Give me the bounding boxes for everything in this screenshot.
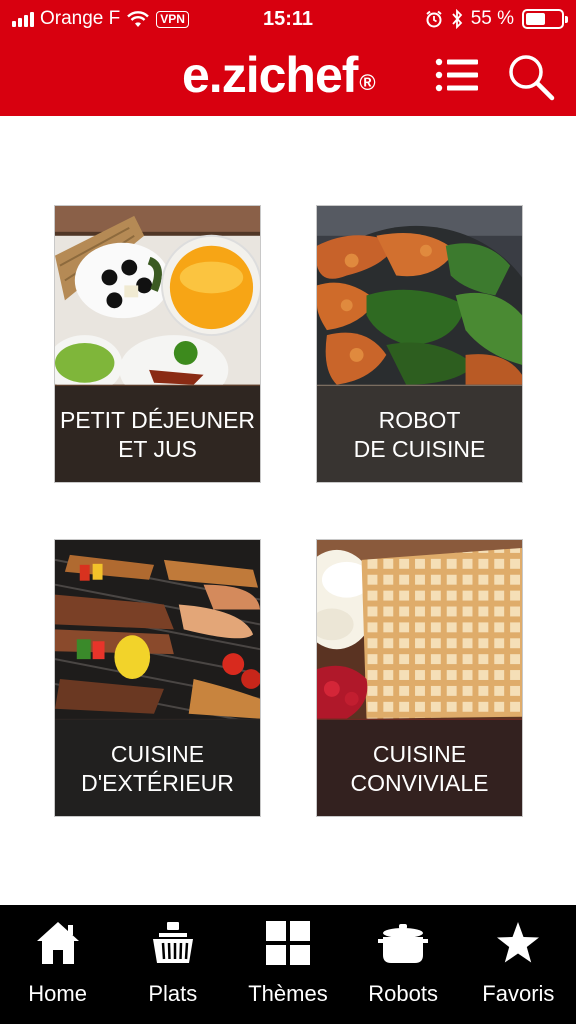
category-tile-outdoor[interactable]: CUISINE D'EXTÉRIEUR <box>54 539 261 817</box>
category-caption: CUISINE CONVIVIALE <box>317 720 522 816</box>
tab-label: Home <box>28 981 87 1006</box>
caption-line-1: PETIT DÉJEUNER <box>59 406 256 433</box>
battery-icon <box>522 9 568 29</box>
app-logo: e.zichef® <box>182 46 376 104</box>
basket-icon <box>152 922 193 963</box>
tab-label: Robots <box>368 981 439 1006</box>
category-caption: CUISINE D'EXTÉRIEUR <box>55 720 260 816</box>
search-icon <box>509 55 555 101</box>
tab-favoris[interactable]: Favoris <box>461 905 576 1024</box>
category-caption: ROBOT DE CUISINE <box>317 386 522 482</box>
battery-percent: 55 % <box>470 8 514 29</box>
alarm-icon <box>426 10 442 28</box>
caption-line-1: CUISINE <box>372 740 467 767</box>
status-right: 55 % <box>425 8 568 30</box>
caption-line-2: CONVIVIALE <box>350 769 489 796</box>
logo-text: e.zichef <box>182 47 358 103</box>
tab-home[interactable]: Home <box>0 905 115 1024</box>
category-caption: PETIT DÉJEUNER ET JUS <box>55 386 260 482</box>
grid-icon <box>265 921 310 965</box>
tab-label: Plats <box>148 981 198 1006</box>
bluetooth-icon <box>452 9 462 29</box>
caption-line-2: D'EXTÉRIEUR <box>81 769 234 796</box>
tab-themes[interactable]: Thèmes <box>230 905 345 1024</box>
app-header: e.zichef® <box>0 36 576 116</box>
star-icon <box>497 922 540 963</box>
logo-registered-mark: ® <box>359 70 375 95</box>
tab-label: Favoris <box>482 981 555 1006</box>
search-button[interactable] <box>506 52 556 102</box>
category-tile-robot[interactable]: ROBOT DE CUISINE <box>316 205 523 483</box>
tab-plats[interactable]: Plats <box>115 905 230 1024</box>
status-bar: Orange F VPN 15:11 55 % <box>0 0 576 36</box>
category-tile-convivial[interactable]: CUISINE CONVIVIALE <box>316 539 523 817</box>
list-menu-icon <box>435 58 478 92</box>
category-tile-breakfast[interactable]: PETIT DÉJEUNER ET JUS <box>54 205 261 483</box>
tab-label: Thèmes <box>248 981 328 1006</box>
caption-line-1: ROBOT <box>378 406 461 433</box>
tab-robots[interactable]: Robots <box>346 905 461 1024</box>
home-icon <box>36 922 79 964</box>
battery-fill <box>526 13 545 25</box>
bottom-tab-bar: Home Plats Thèmes Robots Favoris <box>0 905 576 1024</box>
caption-line-2: ET JUS <box>118 435 197 462</box>
list-menu-button[interactable] <box>434 56 480 96</box>
caption-line-1: CUISINE <box>110 740 205 767</box>
caption-line-2: DE CUISINE <box>353 435 486 462</box>
pot-icon <box>378 924 429 963</box>
